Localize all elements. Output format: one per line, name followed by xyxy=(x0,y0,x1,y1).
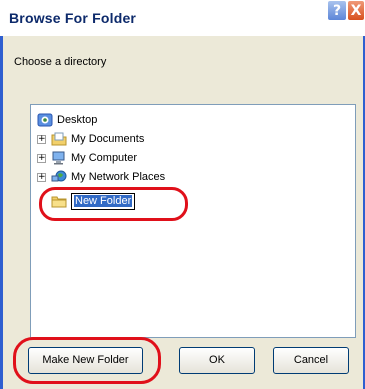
network-places-icon xyxy=(51,170,67,182)
computer-icon xyxy=(52,151,65,165)
help-button[interactable]: ? xyxy=(327,0,347,21)
cancel-button[interactable]: Cancel xyxy=(273,347,349,374)
expand-icon[interactable]: + xyxy=(37,172,46,182)
tree-item-label: My Computer xyxy=(71,152,138,164)
title-bar[interactable]: Browse For Folder ? X xyxy=(0,0,365,36)
tree-item-label: My Network Places xyxy=(71,171,166,183)
expand-icon[interactable]: + xyxy=(37,134,46,144)
folder-tree[interactable]: Desktop + My Documents + My Computer + M… xyxy=(30,104,356,338)
expand-icon[interactable]: + xyxy=(37,153,46,163)
tree-item-label: Desktop xyxy=(57,114,98,126)
tree-item-my-computer[interactable]: + My Computer xyxy=(37,149,137,167)
prompt-label: Choose a directory xyxy=(14,56,107,68)
window-title: Browse For Folder xyxy=(9,10,137,26)
annotation-highlight-new-folder xyxy=(39,187,188,221)
tree-item-my-network-places[interactable]: + My Network Places xyxy=(37,168,165,186)
ok-button[interactable]: OK xyxy=(179,347,255,374)
tree-item-desktop[interactable]: Desktop xyxy=(37,111,97,129)
annotation-highlight-make-new-folder xyxy=(13,337,161,384)
documents-folder-icon xyxy=(51,132,67,146)
desktop-icon xyxy=(37,113,53,127)
tree-item-my-documents[interactable]: + My Documents xyxy=(37,130,144,148)
tree-item-label: My Documents xyxy=(71,133,145,145)
close-button[interactable]: X xyxy=(347,0,365,21)
